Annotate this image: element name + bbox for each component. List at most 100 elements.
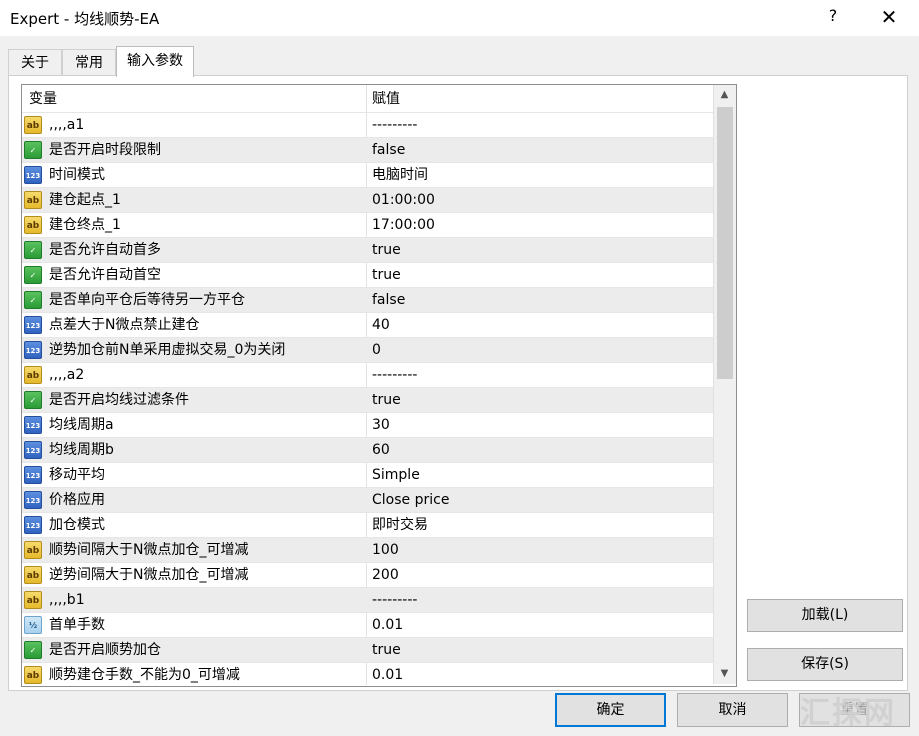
variable-value[interactable]: false <box>372 288 405 313</box>
table-row[interactable]: 123 加仓模式 即时交易 <box>22 512 713 537</box>
integer-type-icon: 123 <box>24 316 42 334</box>
table-row[interactable]: 123 时间模式 电脑时间 <box>22 162 713 187</box>
save-button[interactable]: 保存(S) <box>747 648 903 681</box>
variable-value[interactable]: 0.01 <box>372 663 403 686</box>
variable-value[interactable]: 100 <box>372 538 399 563</box>
variable-name: 是否开启均线过滤条件 <box>49 392 189 408</box>
variable-value[interactable]: true <box>372 263 401 288</box>
variable-value[interactable]: --------- <box>372 363 417 388</box>
variable-name: 逆势加仓前N单采用虚拟交易_0为关闭 <box>49 342 286 358</box>
integer-type-icon: 123 <box>24 416 42 434</box>
variable-name: 顺势建仓手数_不能为0_可增减 <box>49 667 240 683</box>
variable-name: 价格应用 <box>49 492 105 508</box>
table-row[interactable]: ✓ 是否单向平仓后等待另一方平仓 false <box>22 287 713 312</box>
table-row[interactable]: 123 价格应用 Close price <box>22 487 713 512</box>
table-row[interactable]: ab 顺势建仓手数_不能为0_可增减 0.01 <box>22 662 713 686</box>
table-row[interactable]: ab 逆势间隔大于N微点加仓_可增减 200 <box>22 562 713 587</box>
column-header-variable[interactable]: 变量 <box>29 85 57 112</box>
variable-value[interactable]: Close price <box>372 488 449 513</box>
help-icon[interactable]: ? <box>826 6 840 25</box>
table-row[interactable]: 123 均线周期b 60 <box>22 437 713 462</box>
table-row[interactable]: ab ,,,,a2 --------- <box>22 362 713 387</box>
boolean-type-icon: ✓ <box>24 141 42 159</box>
scroll-down-icon[interactable]: ▼ <box>714 664 735 684</box>
table-row[interactable]: ab 建仓终点_1 17:00:00 <box>22 212 713 237</box>
string-type-icon: ab <box>24 366 42 384</box>
table-row[interactable]: ✓ 是否允许自动首多 true <box>22 237 713 262</box>
boolean-type-icon: ✓ <box>24 391 42 409</box>
variable-value[interactable]: 60 <box>372 438 390 463</box>
variable-value[interactable]: 17:00:00 <box>372 213 435 238</box>
variable-value[interactable]: Simple <box>372 463 420 488</box>
table-row[interactable]: 123 点差大于N微点禁止建仓 40 <box>22 312 713 337</box>
variable-name: 是否开启顺势加仓 <box>49 642 161 658</box>
variable-value[interactable]: false <box>372 138 405 163</box>
table-row[interactable]: 123 逆势加仓前N单采用虚拟交易_0为关闭 0 <box>22 337 713 362</box>
variable-value[interactable]: 电脑时间 <box>372 163 428 188</box>
variable-name: 逆势间隔大于N微点加仓_可增减 <box>49 567 249 583</box>
table-row[interactable]: ✓ 是否开启时段限制 false <box>22 137 713 162</box>
variable-value[interactable]: --------- <box>372 113 417 138</box>
table-row[interactable]: ✓ 是否开启顺势加仓 true <box>22 637 713 662</box>
table-row[interactable]: ab 建仓起点_1 01:00:00 <box>22 187 713 212</box>
table-row[interactable]: 123 移动平均 Simple <box>22 462 713 487</box>
variable-name: ,,,,a2 <box>49 367 85 383</box>
variable-value[interactable]: true <box>372 388 401 413</box>
cancel-button[interactable]: 取消 <box>677 693 788 727</box>
scroll-up-icon[interactable]: ▲ <box>714 85 735 105</box>
variable-name: 是否允许自动首空 <box>49 267 161 283</box>
table-row[interactable]: ab 顺势间隔大于N微点加仓_可增减 100 <box>22 537 713 562</box>
boolean-type-icon: ✓ <box>24 266 42 284</box>
scrollbar-thumb[interactable] <box>717 107 733 379</box>
watermark: 汇探网 <box>800 696 896 731</box>
table-row[interactable]: 123 均线周期a 30 <box>22 412 713 437</box>
variable-value[interactable]: 30 <box>372 413 390 438</box>
boolean-type-icon: ✓ <box>24 641 42 659</box>
integer-type-icon: 123 <box>24 491 42 509</box>
load-button[interactable]: 加载(L) <box>747 599 903 632</box>
boolean-type-icon: ✓ <box>24 291 42 309</box>
variable-name: ,,,,a1 <box>49 117 85 133</box>
integer-type-icon: 123 <box>24 166 42 184</box>
table-row[interactable]: ✓ 是否开启均线过滤条件 true <box>22 387 713 412</box>
variable-name: 首单手数 <box>49 617 105 633</box>
parameters-grid: 变量 赋值 ab ,,,,a1 --------- ✓ 是否开启时段限制 false 123… <box>21 84 737 687</box>
integer-type-icon: 123 <box>24 466 42 484</box>
variable-name: 建仓终点_1 <box>49 217 121 233</box>
variable-name: 均线周期b <box>49 442 114 458</box>
integer-type-icon: 123 <box>24 341 42 359</box>
ok-button[interactable]: 确定 <box>555 693 666 727</box>
tab-about[interactable]: 关于 <box>8 49 62 76</box>
column-header-value[interactable]: 赋值 <box>372 85 400 112</box>
string-type-icon: ab <box>24 191 42 209</box>
integer-type-icon: 123 <box>24 516 42 534</box>
variable-value[interactable]: true <box>372 638 401 663</box>
string-type-icon: ab <box>24 666 42 684</box>
string-type-icon: ab <box>24 116 42 134</box>
variable-value[interactable]: 01:00:00 <box>372 188 435 213</box>
tab-inputs[interactable]: 输入参数 <box>116 46 194 77</box>
variable-value[interactable]: 0 <box>372 338 381 363</box>
variable-value[interactable]: 200 <box>372 563 399 588</box>
string-type-icon: ab <box>24 591 42 609</box>
variable-value[interactable]: true <box>372 238 401 263</box>
title-bar: Expert - 均线顺势-EA ? ✕ <box>0 0 919 36</box>
variable-value[interactable]: 即时交易 <box>372 513 428 538</box>
variable-value[interactable]: 0.01 <box>372 613 403 638</box>
variable-name: 加仓模式 <box>49 517 105 533</box>
table-row[interactable]: ab ,,,,a1 --------- <box>22 112 713 137</box>
grid-header: 变量 赋值 <box>22 85 713 112</box>
variable-name: 是否开启时段限制 <box>49 142 161 158</box>
integer-type-icon: 123 <box>24 441 42 459</box>
variable-value[interactable]: 40 <box>372 313 390 338</box>
close-icon[interactable]: ✕ <box>876 2 902 32</box>
variable-name: 均线周期a <box>49 417 114 433</box>
tab-common[interactable]: 常用 <box>62 49 116 76</box>
vertical-scrollbar[interactable]: ▲ ▼ <box>713 85 736 684</box>
table-row[interactable]: ½ 首单手数 0.01 <box>22 612 713 637</box>
variable-name: 点差大于N微点禁止建仓 <box>49 317 200 333</box>
table-row[interactable]: ✓ 是否允许自动首空 true <box>22 262 713 287</box>
table-row[interactable]: ab ,,,,b1 --------- <box>22 587 713 612</box>
double-type-icon: ½ <box>24 616 42 634</box>
variable-value[interactable]: --------- <box>372 588 417 613</box>
